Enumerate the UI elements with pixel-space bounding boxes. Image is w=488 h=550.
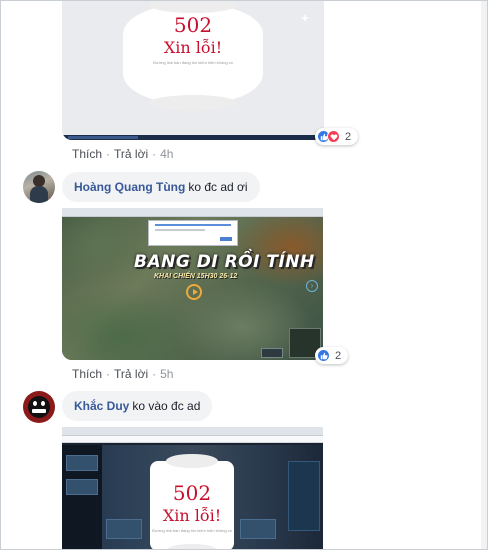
comment-bubble: Hoàng Quang Tùng ko đc ad ơi [62, 172, 260, 202]
scrollbar[interactable] [481, 1, 487, 549]
website-thumbnail [240, 519, 276, 539]
error-code: 502 [172, 481, 212, 505]
heart-icon [327, 130, 340, 143]
play-icon [186, 284, 202, 300]
comment-actions: Thích · Trả lời · 4h [72, 147, 174, 161]
windows-taskbar [62, 135, 324, 140]
thumbs-up-icon [317, 349, 330, 362]
browser-tabs [62, 427, 323, 436]
error-dialog: 502 Xin lỗi! Đường link bạn đang tìm kiế… [150, 461, 234, 549]
game-title: BANG DI RỒI TÍNH [134, 252, 315, 272]
comment-bubble: Khắc Duy ko vào đc ad [62, 391, 213, 421]
error-description: Đường link bạn đang tìm kiếm hiện không … [152, 527, 232, 533]
reaction-summary[interactable]: 2 [315, 128, 359, 145]
comment-image-502-error[interactable]: 502 Xin lỗi! Đường link bạn đang tìm kiế… [62, 1, 324, 140]
comment-author[interactable]: Hoàng Quang Tùng [74, 180, 185, 194]
error-title: Xin lỗi! [162, 506, 222, 525]
browser-tabs [62, 208, 323, 217]
website-thumbnail [106, 519, 142, 539]
comment-image-502-error[interactable]: 502 Xin lỗi! Đường link bạn đang tìm kiế… [62, 427, 323, 549]
comment-actions: Thích · Trả lời · 5h [72, 367, 174, 381]
like-link[interactable]: Thích [72, 367, 102, 381]
comment-image-game-screenshot[interactable]: BANG DI RỒI TÍNH KHAI CHIẾN 15H30 26-12 … [62, 208, 323, 360]
comment-thread: 502 Xin lỗi! Đường link bạn đang tìm kiế… [0, 0, 488, 550]
reply-link[interactable]: Trả lời [114, 367, 148, 381]
error-dialog: 502 Xin lỗi! Đường link bạn đang tìm kiế… [123, 5, 263, 103]
game-subtitle: KHAI CHIẾN 15H30 26-12 [154, 273, 238, 280]
reply-link[interactable]: Trả lời [114, 147, 148, 161]
avatar[interactable] [23, 391, 55, 423]
error-description: Đường link bạn đang tìm kiếm hiện không … [153, 59, 233, 65]
website-banner [66, 455, 98, 471]
reaction-count: 2 [335, 349, 342, 362]
reaction-summary[interactable]: 2 [315, 347, 349, 364]
avatar[interactable] [23, 171, 55, 203]
comment-text: ko vào đc ad [132, 399, 201, 413]
comment-author[interactable]: Khắc Duy [74, 399, 129, 413]
comment-timestamp[interactable]: 4h [160, 147, 173, 161]
browser-dialog [148, 220, 238, 246]
error-code: 502 [173, 13, 213, 37]
reaction-count: 2 [345, 130, 352, 143]
chevron-right-icon: › [306, 280, 318, 292]
website-banner [66, 479, 98, 495]
sparkle-decoration [302, 14, 309, 22]
comment-text: ko đc ad ơi [188, 180, 248, 194]
error-title: Xin lỗi! [163, 38, 223, 57]
browser-address-bar [62, 436, 323, 443]
comment-timestamp[interactable]: 5h [160, 367, 173, 381]
like-link[interactable]: Thích [72, 147, 102, 161]
game-hud-panel [261, 348, 283, 358]
website-login-panel [288, 461, 320, 531]
